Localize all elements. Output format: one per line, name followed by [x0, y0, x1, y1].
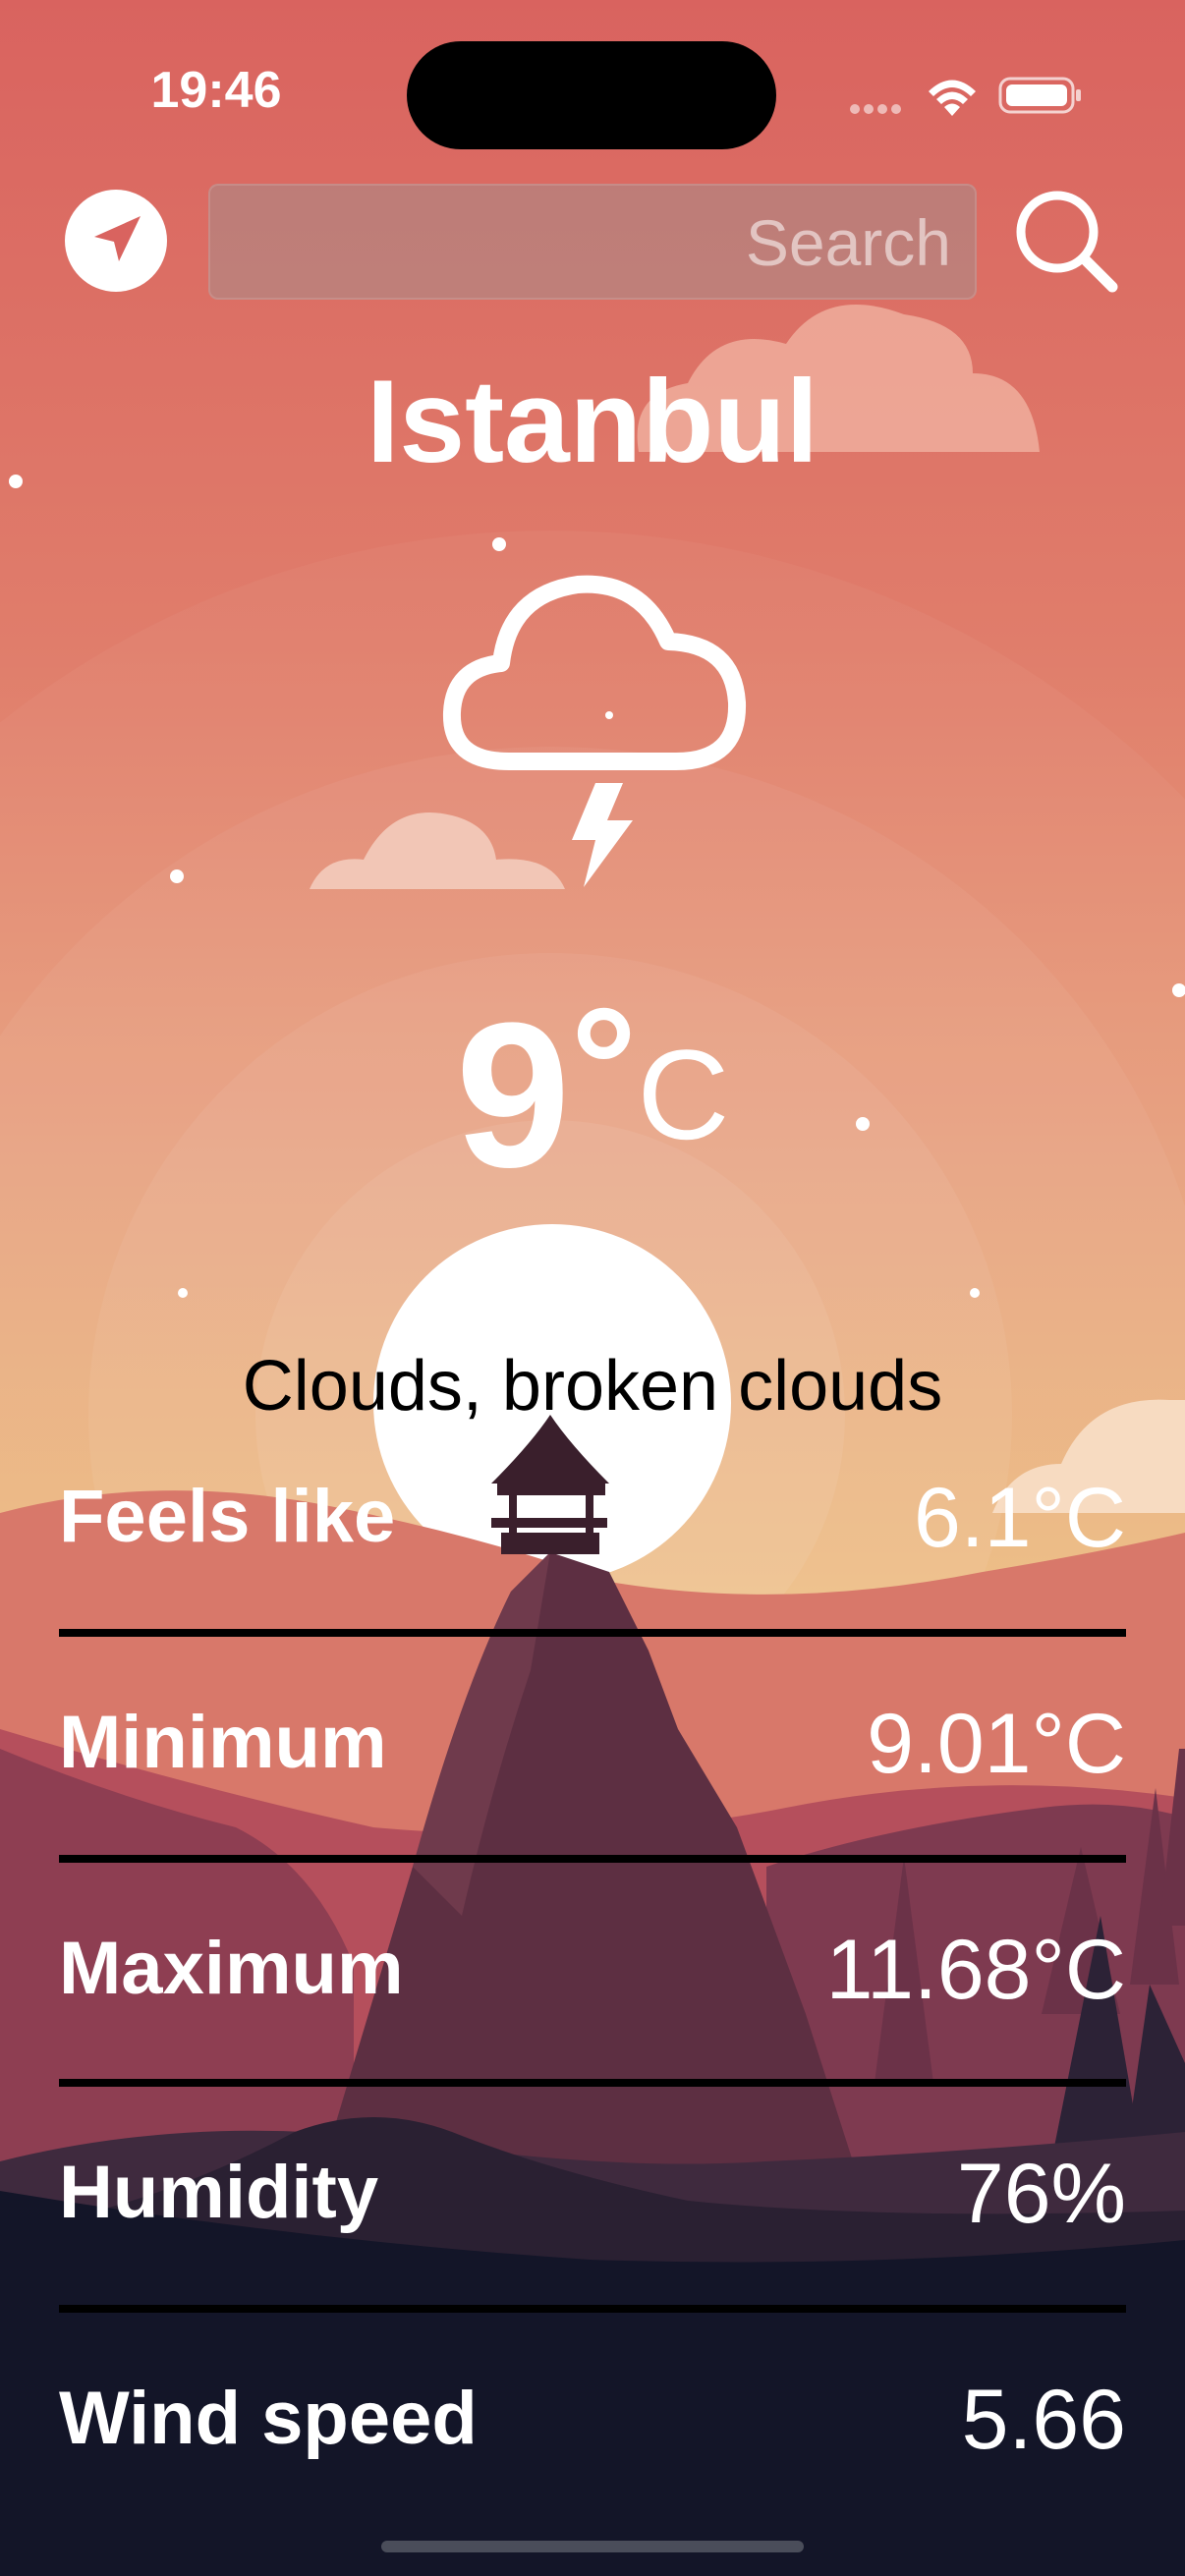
- detail-row-maximum: Maximum 11.68°C: [59, 1923, 1126, 2063]
- detail-row-minimum: Minimum 9.01°C: [59, 1697, 1126, 1837]
- location-arrow-icon: [65, 190, 167, 292]
- detail-value: 5.66: [961, 2373, 1126, 2467]
- divider: [59, 1855, 1126, 1863]
- temperature-value: 9: [455, 980, 571, 1210]
- home-indicator[interactable]: [381, 2541, 804, 2552]
- detail-label: Minimum: [59, 1701, 387, 1784]
- divider: [59, 2079, 1126, 2087]
- degree-symbol: °: [570, 974, 638, 1160]
- wifi-icon: [926, 75, 979, 116]
- detail-label: Maximum: [59, 1927, 404, 2010]
- temperature-display: 9°C: [0, 983, 1185, 1199]
- search-placeholder: Search: [745, 206, 951, 279]
- search-input[interactable]: Search: [208, 184, 977, 300]
- detail-row-feels-like: Feels like 6.1°C: [59, 1471, 1126, 1611]
- dynamic-island: [407, 41, 776, 149]
- search-button[interactable]: [1012, 187, 1120, 295]
- cellular-signal-icon: [849, 102, 904, 114]
- detail-row-humidity: Humidity 76%: [59, 2147, 1126, 2287]
- status-time: 19:46: [150, 62, 282, 119]
- battery-icon: [998, 75, 1083, 116]
- detail-value: 6.1°C: [913, 1471, 1126, 1565]
- temperature-unit: C: [637, 1023, 730, 1166]
- detail-value: 9.01°C: [867, 1697, 1126, 1791]
- search-icon: [1016, 191, 1118, 293]
- detail-label: Humidity: [59, 2151, 379, 2234]
- detail-row-wind-speed: Wind speed 5.66: [59, 2373, 1126, 2513]
- thunder-cloud-icon: [440, 555, 755, 899]
- detail-value: 11.68°C: [825, 1923, 1126, 2017]
- divider: [59, 2305, 1126, 2313]
- divider: [59, 1629, 1126, 1637]
- weather-description: Clouds, broken clouds: [242, 1347, 943, 1426]
- detail-value: 76%: [956, 2147, 1126, 2241]
- location-button[interactable]: [65, 190, 167, 292]
- city-name: Istanbul: [366, 356, 819, 487]
- detail-label: Wind speed: [59, 2377, 478, 2460]
- detail-label: Feels like: [59, 1475, 396, 1558]
